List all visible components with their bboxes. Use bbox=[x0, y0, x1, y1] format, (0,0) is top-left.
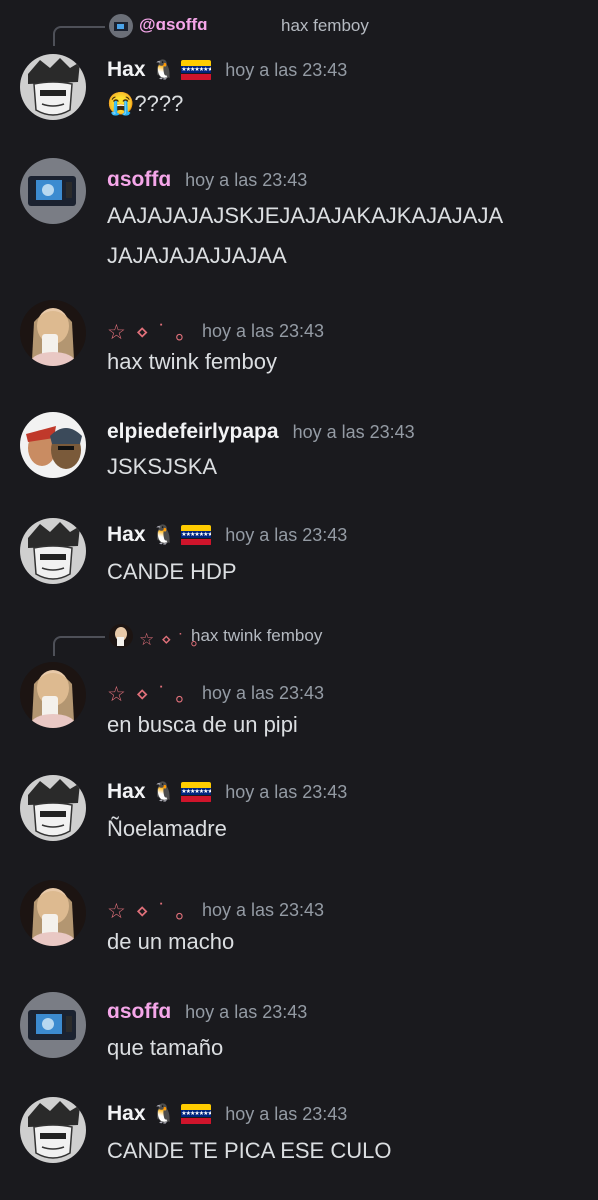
message-content: que tamaño bbox=[107, 1035, 224, 1060]
reply-author[interactable]: @ɑsoffɑ bbox=[139, 15, 208, 35]
username[interactable]: ɑsoffɑ bbox=[107, 1000, 171, 1024]
message-content: 😭???? bbox=[107, 91, 184, 116]
timestamp[interactable]: hoy a las 23:43 bbox=[225, 782, 347, 803]
timestamp[interactable]: hoy a las 23:43 bbox=[225, 525, 347, 546]
reply-avatar bbox=[109, 14, 133, 38]
avatar[interactable] bbox=[20, 158, 86, 224]
reply-preview[interactable]: ☆ ⋄ ˙ ｡ hax twink femboy bbox=[53, 622, 353, 662]
penguin-icon: 🐧 bbox=[151, 781, 176, 803]
avatar[interactable] bbox=[20, 518, 86, 584]
reply-text[interactable]: hax femboy bbox=[281, 16, 369, 36]
username[interactable]: Hax bbox=[107, 523, 146, 547]
reply-preview[interactable]: @ɑsoffɑ hax femboy bbox=[53, 12, 369, 52]
avatar[interactable] bbox=[20, 775, 86, 841]
message-header: ☆ ⋄ ˙ ｡ hoy a las 23:43 bbox=[107, 895, 324, 925]
username[interactable]: Hax bbox=[107, 1102, 146, 1126]
message-header: Hax 🐧 ★★★★★★★★ hoy a las 23:43 bbox=[107, 523, 347, 547]
reply-spine bbox=[53, 26, 105, 46]
timestamp[interactable]: hoy a las 23:43 bbox=[293, 422, 415, 443]
username[interactable]: ☆ ⋄ ˙ ｡ bbox=[107, 895, 188, 925]
username[interactable]: Hax bbox=[107, 780, 146, 804]
avatar[interactable] bbox=[20, 992, 86, 1058]
avatar[interactable] bbox=[20, 880, 86, 946]
penguin-icon: 🐧 bbox=[151, 524, 176, 546]
venezuela-flag-icon: ★★★★★★★★ bbox=[181, 59, 212, 81]
message-content: JSKSJSKA bbox=[107, 454, 218, 479]
timestamp[interactable]: hoy a las 23:43 bbox=[202, 683, 324, 704]
timestamp[interactable]: hoy a las 23:43 bbox=[202, 900, 324, 921]
message-header: ☆ ⋄ ˙ ｡ hoy a las 23:43 bbox=[107, 316, 324, 346]
message-content: de un macho bbox=[107, 929, 235, 954]
username[interactable]: ɑsoffɑ bbox=[107, 168, 171, 192]
venezuela-flag-icon: ★★★★★★★★ bbox=[181, 1103, 212, 1125]
reply-text[interactable]: hax twink femboy bbox=[191, 626, 322, 646]
message-header: Hax 🐧 ★★★★★★★★ hoy a las 23:43 bbox=[107, 58, 347, 82]
timestamp[interactable]: hoy a las 23:43 bbox=[225, 60, 347, 81]
reply-spine bbox=[53, 636, 105, 656]
message-content: CANDE TE PICA ESE CULO bbox=[107, 1138, 392, 1163]
avatar[interactable] bbox=[20, 54, 86, 120]
message-content: CANDE HDP bbox=[107, 559, 237, 584]
message-content: Ñoelamadre bbox=[107, 816, 227, 841]
venezuela-flag-icon: ★★★★★★★★ bbox=[181, 781, 212, 803]
message-content: hax twink femboy bbox=[107, 349, 277, 374]
avatar[interactable] bbox=[20, 662, 86, 728]
avatar[interactable] bbox=[20, 412, 86, 478]
message-content: en busca de un pipi bbox=[107, 712, 298, 737]
penguin-icon: 🐧 bbox=[151, 59, 176, 81]
timestamp[interactable]: hoy a las 23:43 bbox=[185, 170, 307, 191]
username[interactable]: ☆ ⋄ ˙ ｡ bbox=[107, 678, 188, 708]
message-header: ɑsoffɑ hoy a las 23:43 bbox=[107, 168, 307, 192]
reply-avatar bbox=[109, 624, 133, 648]
username[interactable]: ☆ ⋄ ˙ ｡ bbox=[107, 316, 188, 346]
timestamp[interactable]: hoy a las 23:43 bbox=[225, 1104, 347, 1125]
username[interactable]: elpiedefeirlypapa bbox=[107, 420, 279, 444]
message-header: ɑsoffɑ hoy a las 23:43 bbox=[107, 1000, 307, 1024]
message-header: elpiedefeirlypapa hoy a las 23:43 bbox=[107, 420, 415, 444]
username[interactable]: Hax bbox=[107, 58, 146, 82]
timestamp[interactable]: hoy a las 23:43 bbox=[185, 1002, 307, 1023]
message-header: ☆ ⋄ ˙ ｡ hoy a las 23:43 bbox=[107, 678, 324, 708]
penguin-icon: 🐧 bbox=[151, 1103, 176, 1125]
avatar[interactable] bbox=[20, 1097, 86, 1163]
timestamp[interactable]: hoy a las 23:43 bbox=[202, 321, 324, 342]
message-content: AAJAJAJAJSKJEJAJAJAKAJKAJAJAJA JAJAJAJAJ… bbox=[107, 203, 504, 268]
message-header: Hax 🐧 ★★★★★★★★ hoy a las 23:43 bbox=[107, 1102, 347, 1126]
message-header: Hax 🐧 ★★★★★★★★ hoy a las 23:43 bbox=[107, 780, 347, 804]
avatar[interactable] bbox=[20, 300, 86, 366]
venezuela-flag-icon: ★★★★★★★★ bbox=[181, 524, 212, 546]
